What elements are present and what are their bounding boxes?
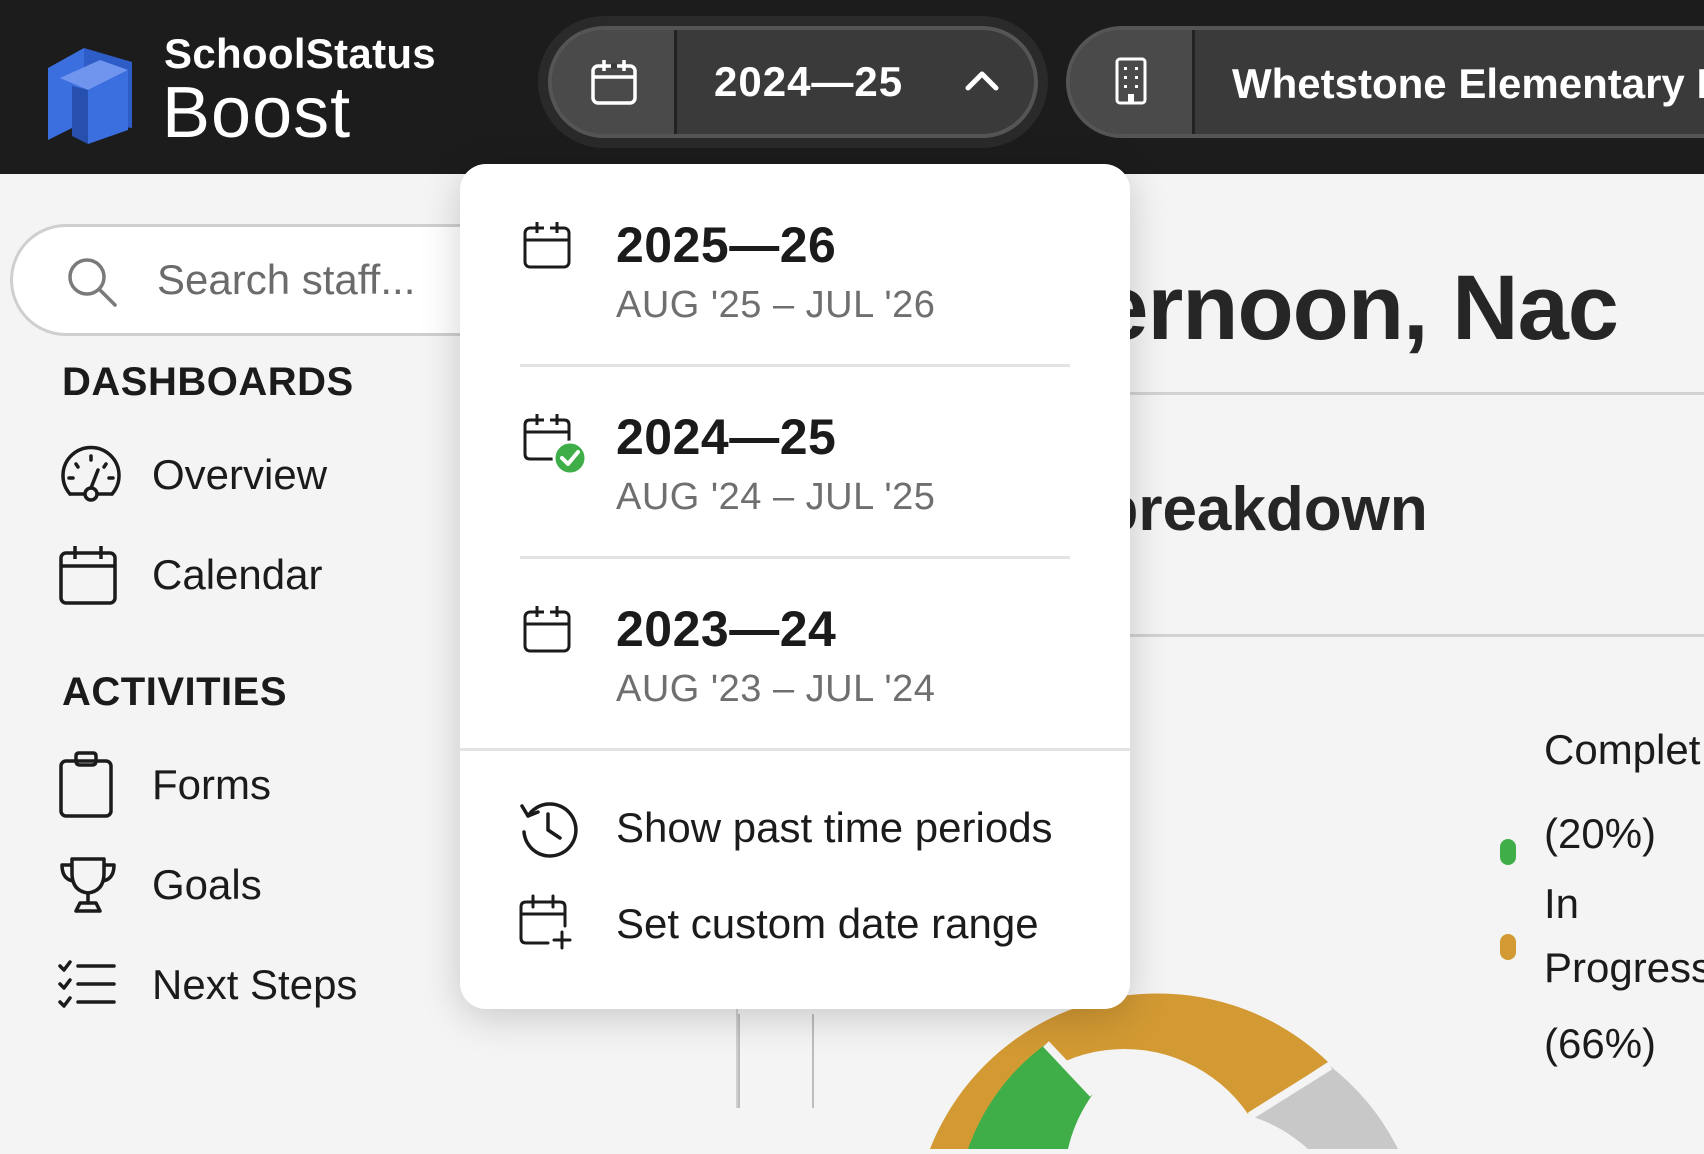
year-option-title: 2025—26 [616, 217, 837, 273]
brand-product: Boost [162, 73, 352, 153]
year-dropdown-menu: 2025—26 AUG '25 – JUL '26 2024—25 AUG '2… [460, 164, 1130, 1009]
sidebar-item-next-steps[interactable]: Next Steps [58, 950, 357, 1020]
section-title-dashboards: DASHBOARDS [62, 360, 354, 404]
calendar-check-icon [523, 414, 588, 474]
sidebar-item-label: Next Steps [152, 961, 358, 1008]
sidebar-item-label: Goals [152, 861, 262, 908]
section-title-activities: ACTIVITIES [62, 670, 288, 714]
sidebar-item-label: Forms [152, 761, 271, 808]
year-option-range: AUG '25 – JUL '26 [616, 284, 936, 326]
year-option-title: 2023—24 [616, 601, 837, 657]
divider [738, 1014, 740, 1108]
top-bar: SchoolStatus Boost 2024—25 Whetstone Ele… [0, 0, 1704, 174]
search-icon [68, 258, 117, 307]
year-option-2024-25[interactable]: 2024—25 AUG '24 – JUL '25 [460, 356, 1130, 546]
sidebar-item-overview[interactable]: Overview [58, 440, 327, 510]
sidebar-item-label: Overview [152, 451, 328, 498]
sidebar-item-calendar[interactable]: Calendar [58, 540, 322, 610]
year-option-range: AUG '24 – JUL '25 [616, 476, 936, 518]
sidebar-item-forms[interactable]: Forms [58, 750, 271, 820]
year-option-2025-26[interactable]: 2025—26 AUG '25 – JUL '26 [460, 164, 1130, 354]
divider [812, 1014, 814, 1108]
school-selector[interactable]: Whetstone Elementary I [1066, 26, 1704, 138]
building-icon [1115, 57, 1147, 105]
show-past-periods-button[interactable]: Show past time periods [460, 786, 1130, 872]
sidebar-item-label: Calendar [152, 551, 323, 598]
legend-label: Progress [1544, 944, 1704, 991]
clipboard-icon [58, 750, 128, 820]
year-option-range: AUG '23 – JUL '24 [616, 668, 936, 710]
legend-dot-in-progress [1500, 934, 1516, 960]
divider [460, 748, 1130, 751]
year-selector-icon-segment[interactable] [552, 30, 677, 134]
calendar-icon [591, 60, 637, 105]
divider [1038, 392, 1704, 395]
school-selector-icon-segment[interactable] [1070, 30, 1195, 134]
year-option-2023-24[interactable]: 2023—24 AUG '23 – JUL '24 [460, 548, 1130, 738]
action-label: Show past time periods [616, 804, 1053, 851]
calendar-icon [523, 606, 571, 653]
year-option-title: 2024—25 [616, 409, 837, 465]
calendar-icon [58, 540, 128, 610]
checklist-icon [58, 950, 128, 1020]
divider [1038, 634, 1704, 637]
brand-name: SchoolStatus [164, 30, 436, 77]
sidebar-item-goals[interactable]: Goals [58, 850, 262, 920]
year-selector-value: 2024—25 [714, 58, 904, 105]
legend-label: Complet [1544, 726, 1701, 773]
calendar-plus-icon [519, 894, 572, 950]
action-label: Set custom date range [616, 900, 1039, 947]
legend-label: (66%) [1544, 1020, 1657, 1067]
legend-dot-complete [1500, 839, 1516, 865]
history-icon [520, 802, 578, 858]
chevron-up-icon[interactable] [962, 60, 1002, 100]
calendar-icon [523, 222, 571, 269]
speedometer-icon [58, 440, 128, 510]
year-selector[interactable]: 2024—25 [548, 26, 1038, 138]
boost-logo-icon[interactable] [42, 40, 137, 145]
school-selector-value: Whetstone Elementary I [1232, 60, 1704, 107]
trophy-icon [58, 850, 128, 920]
custom-date-range-button[interactable]: Set custom date range [460, 882, 1130, 968]
